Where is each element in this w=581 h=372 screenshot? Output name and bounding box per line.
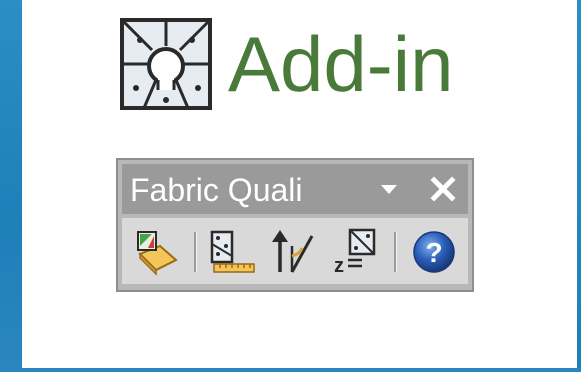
fabric-quality-toolbar[interactable]: Fabric Quali z ? xyxy=(116,158,474,292)
close-icon[interactable] xyxy=(428,174,458,204)
elevation-z-icon[interactable]: z xyxy=(328,226,380,278)
desktop-background-bottom xyxy=(0,368,581,372)
toolbar-separator xyxy=(194,232,197,272)
toolbar-button-row: z ? xyxy=(122,218,468,284)
toolbar-titlebar[interactable]: Fabric Quali xyxy=(122,164,468,214)
chevron-down-icon[interactable] xyxy=(378,178,400,200)
desktop-background-left xyxy=(0,0,22,372)
svg-text:z: z xyxy=(334,255,344,277)
fabric-parcel-logo-icon xyxy=(120,18,212,110)
direction-angle-icon[interactable] xyxy=(268,226,320,278)
svg-text:?: ? xyxy=(425,237,442,268)
addin-header: Add-in xyxy=(118,14,453,114)
addin-title: Add-in xyxy=(228,20,454,108)
fabric-load-icon[interactable] xyxy=(130,226,182,278)
toolbar-separator xyxy=(394,232,397,272)
parcel-measure-icon[interactable] xyxy=(206,226,258,278)
toolbar-title: Fabric Quali xyxy=(130,172,303,208)
desktop-background-right xyxy=(577,0,581,372)
help-icon[interactable]: ? xyxy=(408,226,460,278)
